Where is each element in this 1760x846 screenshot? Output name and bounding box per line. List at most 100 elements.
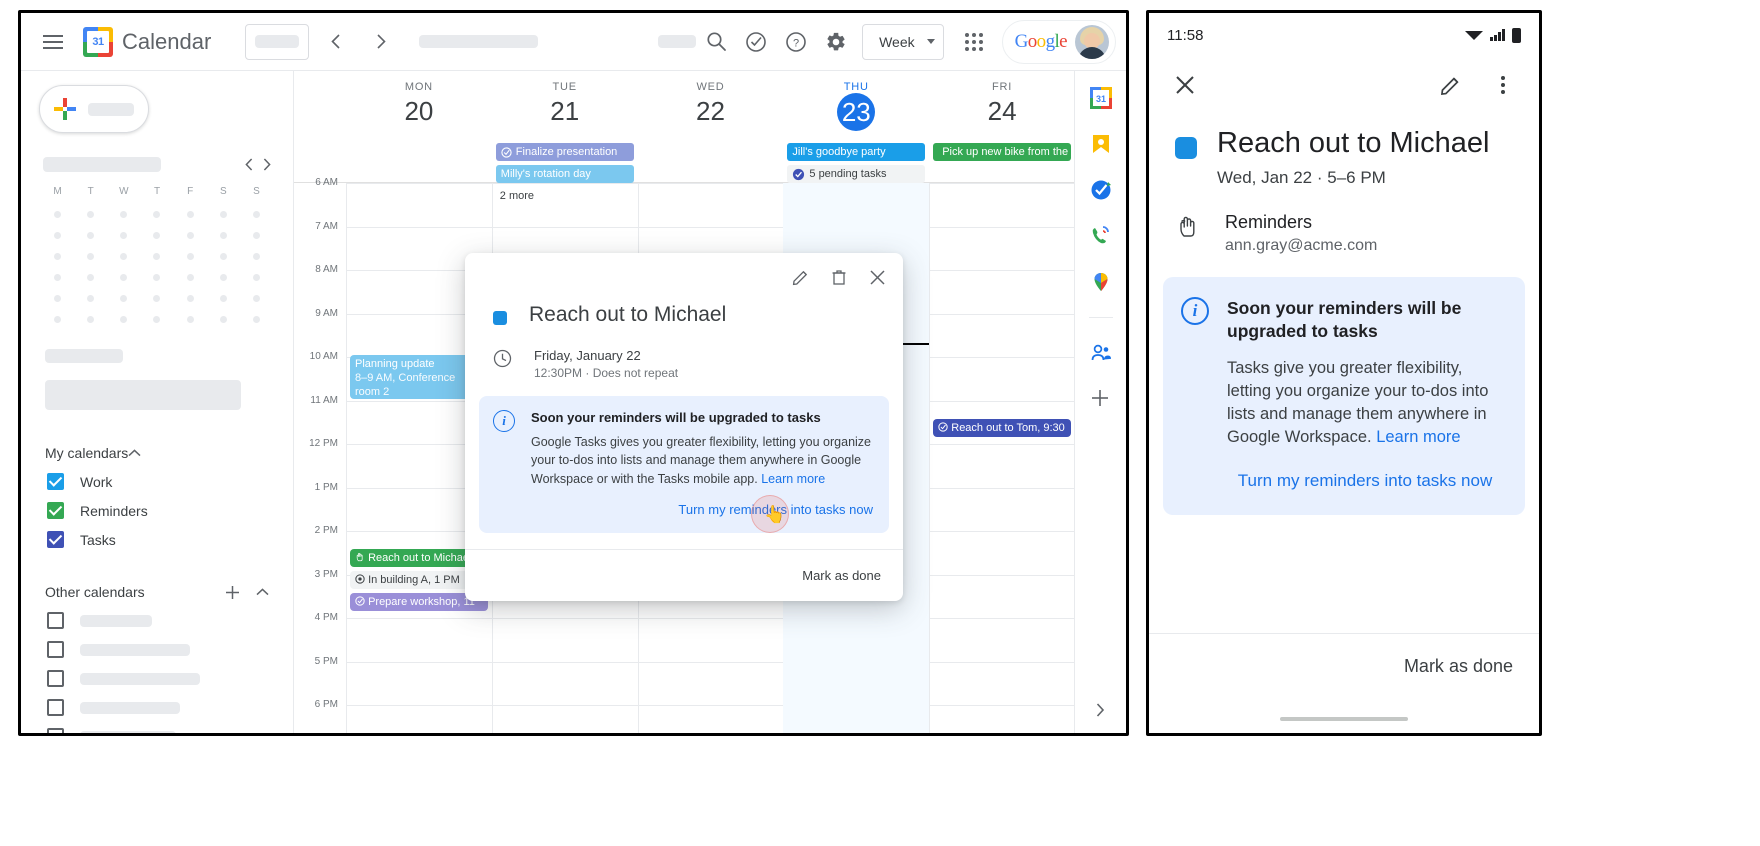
account-chip[interactable]: Google	[1001, 19, 1116, 64]
mini-calendar-day[interactable]	[153, 211, 161, 218]
mini-calendar-day[interactable]	[87, 274, 95, 281]
all-day-event-chip[interactable]: Finalize presentation	[495, 143, 634, 161]
contacts-phone-icon[interactable]	[1090, 225, 1112, 247]
mini-calendar-day[interactable]	[153, 274, 161, 281]
mini-calendar-nav[interactable]	[245, 158, 271, 171]
mini-calendar-day[interactable]	[252, 274, 260, 281]
mini-calendar-day[interactable]	[219, 274, 227, 281]
day-number[interactable]: 20	[346, 96, 492, 127]
avatar[interactable]	[1075, 24, 1109, 59]
day-number[interactable]: 22	[638, 96, 784, 127]
calendar-31-icon[interactable]: 31	[1089, 87, 1112, 109]
other-calendar-item[interactable]	[45, 664, 269, 693]
mini-calendar-day[interactable]	[54, 211, 62, 218]
mini-calendar-day[interactable]	[153, 295, 161, 302]
close-icon[interactable]	[1165, 65, 1205, 105]
mini-calendar-day[interactable]	[153, 253, 161, 260]
checkbox-reminders[interactable]	[47, 502, 64, 519]
mini-calendar-day[interactable]	[120, 316, 128, 323]
day-column-header[interactable]: FRI 24	[929, 71, 1074, 127]
help-icon[interactable]: ?	[776, 22, 816, 62]
mini-calendar-day[interactable]	[219, 232, 227, 239]
checkbox-other-calendar[interactable]	[47, 699, 64, 716]
all-day-event-chip[interactable]: Milly's rotation day	[495, 165, 634, 183]
mini-calendar-day[interactable]	[54, 295, 62, 302]
other-calendar-item[interactable]	[45, 635, 269, 664]
pencil-icon[interactable]	[785, 261, 817, 293]
mini-calendar-day[interactable]	[87, 316, 95, 323]
mini-calendar-day[interactable]	[120, 211, 128, 218]
mini-calendar-day[interactable]	[186, 295, 194, 302]
checkbox-other-calendar[interactable]	[47, 641, 64, 658]
add-icon[interactable]	[1090, 388, 1112, 410]
mini-calendar-day[interactable]	[153, 232, 161, 239]
people-icon[interactable]	[1090, 342, 1112, 364]
mini-calendar-day[interactable]	[153, 316, 161, 323]
mini-calendar-day[interactable]	[54, 253, 62, 260]
all-day-event-chip[interactable]: 5 pending tasks	[787, 165, 926, 183]
turn-reminders-into-tasks-link[interactable]: Turn my reminders into tasks now	[531, 502, 873, 517]
gear-icon[interactable]	[816, 22, 856, 62]
mini-calendar-day[interactable]	[252, 316, 260, 323]
trash-icon[interactable]	[823, 261, 855, 293]
other-calendar-item[interactable]	[45, 722, 269, 733]
maps-icon[interactable]	[1090, 271, 1112, 293]
checkbox-other-calendar[interactable]	[47, 728, 64, 733]
day-number[interactable]: 23	[837, 93, 876, 131]
mini-calendar-day[interactable]	[54, 232, 62, 239]
mini-calendar-day[interactable]	[186, 232, 194, 239]
pencil-icon[interactable]	[1431, 65, 1471, 105]
search-button[interactable]	[696, 22, 736, 62]
other-calendars-header[interactable]: Other calendars	[45, 578, 269, 606]
mini-calendar-day[interactable]	[186, 253, 194, 260]
mini-calendar-day[interactable]	[252, 232, 260, 239]
apps-grid-icon[interactable]	[954, 22, 994, 62]
mini-calendar-day[interactable]	[252, 253, 260, 260]
day-column-header[interactable]: MON 20	[346, 71, 492, 127]
day-number[interactable]: 24	[929, 96, 1074, 127]
mini-calendar-day[interactable]	[87, 232, 95, 239]
mini-calendar-day-grid[interactable]	[41, 211, 273, 323]
tasks-check-icon[interactable]	[736, 22, 776, 62]
mini-calendar-day[interactable]	[219, 316, 227, 323]
calendar-item-tasks[interactable]: Tasks	[45, 525, 269, 554]
mini-calendar-day[interactable]	[186, 274, 194, 281]
close-icon[interactable]	[861, 261, 893, 293]
mark-as-done-button[interactable]: Mark as done	[802, 568, 881, 583]
learn-more-link[interactable]: Learn more	[761, 472, 825, 486]
other-calendar-item[interactable]	[45, 606, 269, 635]
calendar-event[interactable]: Reach out to Tom, 9:30 AM	[933, 419, 1071, 437]
checkbox-work[interactable]	[47, 473, 64, 490]
next-period-button[interactable]	[361, 22, 401, 62]
mini-calendar-day[interactable]	[120, 232, 128, 239]
mini-calendar-day[interactable]	[87, 253, 95, 260]
view-selector[interactable]: Week	[862, 23, 944, 60]
main-menu-button[interactable]	[33, 22, 73, 62]
create-event-button[interactable]	[39, 85, 149, 133]
day-column-header[interactable]: THU 23	[783, 71, 929, 131]
today-button[interactable]	[245, 23, 310, 60]
prev-period-button[interactable]	[315, 22, 355, 62]
expand-panel-button[interactable]	[1096, 703, 1105, 717]
mini-calendar-day[interactable]	[186, 316, 194, 323]
learn-more-link[interactable]: Learn more	[1376, 428, 1460, 446]
day-number[interactable]: 21	[492, 96, 638, 127]
chevron-up-icon[interactable]	[256, 588, 269, 596]
mini-calendar-day[interactable]	[87, 295, 95, 302]
keep-icon[interactable]	[1090, 133, 1112, 155]
mini-calendar-day[interactable]	[252, 295, 260, 302]
mark-as-done-button[interactable]: Mark as done	[1404, 656, 1513, 677]
checkbox-tasks[interactable]	[47, 531, 64, 548]
mini-calendar-day[interactable]	[219, 253, 227, 260]
mini-calendar-day[interactable]	[120, 274, 128, 281]
mini-calendar-day[interactable]	[120, 253, 128, 260]
turn-reminders-into-tasks-link[interactable]: Turn my reminders into tasks now	[1227, 471, 1503, 491]
day-column-header[interactable]: TUE 21	[492, 71, 638, 127]
my-calendars-header[interactable]: My calendars	[45, 439, 269, 467]
tasks-icon[interactable]	[1090, 179, 1112, 201]
day-column-header[interactable]: WED 22	[638, 71, 784, 127]
mini-calendar-day[interactable]	[54, 274, 62, 281]
mini-calendar-day[interactable]	[54, 316, 62, 323]
chevron-up-icon[interactable]	[128, 449, 141, 457]
all-day-event-chip[interactable]: Pick up new bike from the shop	[933, 143, 1071, 161]
